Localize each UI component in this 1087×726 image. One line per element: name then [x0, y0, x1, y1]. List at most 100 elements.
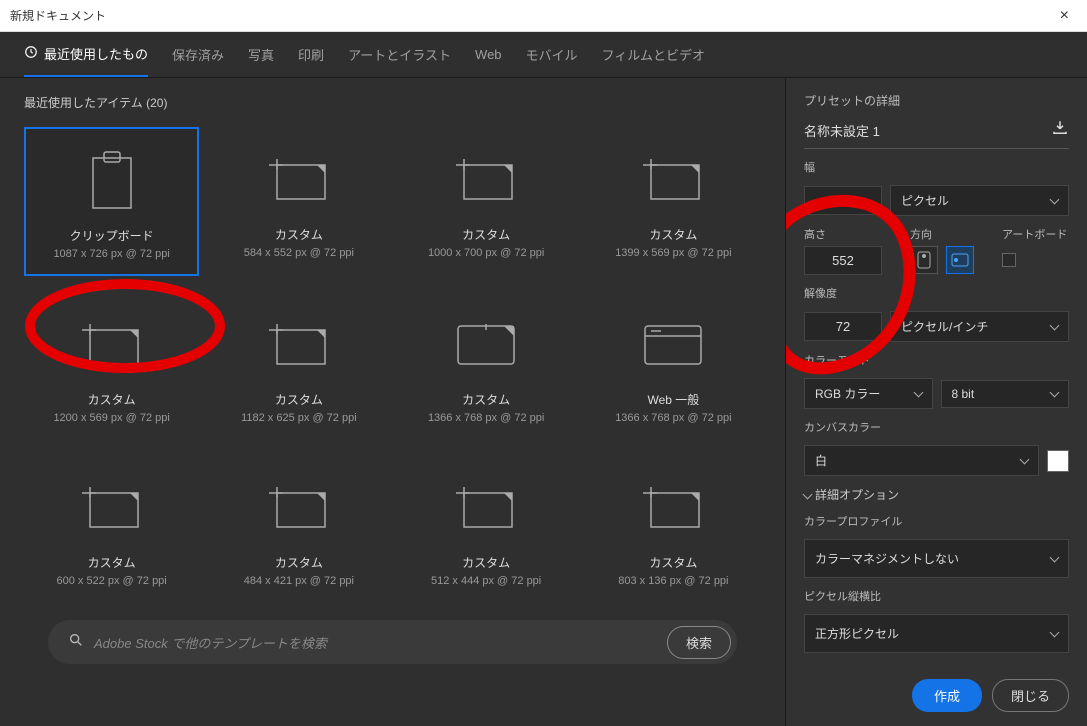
- artboard-checkbox[interactable]: [1002, 253, 1016, 267]
- preset-card-title: カスタム: [649, 226, 697, 243]
- doc-icon: [269, 305, 329, 385]
- tab-film[interactable]: フィルムとビデオ: [602, 32, 705, 77]
- details-title: プリセットの詳細: [804, 92, 1069, 109]
- chevron-down-icon: [1050, 387, 1060, 397]
- doc-icon: [643, 140, 703, 220]
- chevron-down-icon: [1050, 194, 1060, 204]
- pixel-aspect-select[interactable]: 正方形ピクセル: [804, 614, 1069, 653]
- preset-card-dimensions: 1000 x 700 px @ 72 ppi: [428, 247, 544, 259]
- pixel-aspect-label: ピクセル縦横比: [804, 588, 1069, 604]
- preset-card[interactable]: カスタム803 x 136 px @ 72 ppi: [586, 455, 761, 602]
- preset-card-dimensions: 1366 x 768 px @ 72 ppi: [615, 412, 731, 424]
- canvas-color-select[interactable]: 白: [804, 445, 1039, 476]
- width-unit-value: ピクセル: [901, 192, 949, 209]
- doc-icon: [82, 468, 142, 548]
- advanced-toggle[interactable]: 詳細オプション: [804, 486, 1069, 503]
- close-button[interactable]: 閉じる: [992, 679, 1069, 712]
- preset-card-title: カスタム: [275, 391, 323, 408]
- preset-card[interactable]: カスタム 512 x 444 px @ 72 ppi: [399, 455, 574, 602]
- tab-web[interactable]: Web: [475, 32, 502, 77]
- chevron-down-icon: [1050, 320, 1060, 330]
- preset-card-title: カスタム: [462, 554, 510, 571]
- preset-card-dimensions: 512 x 444 px @ 72 ppi: [431, 575, 541, 587]
- presets-grid: クリップボード1087 x 726 px @ 72 ppiカスタム584 x 5…: [24, 127, 761, 602]
- preset-name-input[interactable]: 名称未設定 1: [804, 121, 1043, 140]
- artboard-label: アートボード: [1002, 226, 1067, 242]
- doc-icon: [643, 468, 703, 548]
- preset-card-dimensions: 1366 x 768 px @ 72 ppi: [428, 412, 544, 424]
- create-button[interactable]: 作成: [912, 679, 982, 712]
- tab-label: アートとイラスト: [348, 45, 451, 64]
- preset-card-dimensions: 1182 x 625 px @ 72 ppi: [241, 412, 357, 424]
- preset-card-dimensions: 600 x 522 px @ 72 ppi: [57, 575, 167, 587]
- tab-saved[interactable]: 保存済み: [172, 32, 224, 77]
- chevron-down-icon: [913, 387, 923, 397]
- preset-card-title: カスタム: [462, 391, 510, 408]
- bitdepth-select[interactable]: 8 bit: [941, 380, 1070, 408]
- preset-card[interactable]: Web 一般 1366 x 768 px @ 72 ppi: [586, 292, 761, 439]
- tab-label: Web: [475, 47, 502, 62]
- bitdepth-value: 8 bit: [952, 387, 975, 401]
- height-label: 高さ: [804, 226, 882, 242]
- preset-card-dimensions: 803 x 136 px @ 72 ppi: [618, 575, 728, 587]
- preset-card[interactable]: カスタム 1000 x 700 px @ 72 ppi: [399, 127, 574, 276]
- color-profile-select[interactable]: カラーマネジメントしない: [804, 539, 1069, 578]
- orientation-portrait[interactable]: [910, 246, 938, 274]
- canvas-color-swatch[interactable]: [1047, 450, 1069, 472]
- tab-print[interactable]: 印刷: [298, 32, 324, 77]
- preset-card[interactable]: カスタム600 x 522 px @ 72 ppi: [24, 455, 199, 602]
- preset-card[interactable]: カスタム 1182 x 625 px @ 72 ppi: [211, 292, 386, 439]
- chevron-down-icon: [1050, 552, 1060, 562]
- width-label: 幅: [804, 159, 1069, 175]
- height-input[interactable]: 552: [804, 246, 882, 275]
- chevron-down-icon: [1020, 454, 1030, 464]
- width-input[interactable]: 584: [804, 186, 882, 215]
- tab-art[interactable]: アートとイラスト: [348, 32, 451, 77]
- colormode-select[interactable]: RGB カラー: [804, 378, 933, 409]
- preset-card[interactable]: クリップボード1087 x 726 px @ 72 ppi: [24, 127, 199, 276]
- preset-card[interactable]: カスタム1200 x 569 px @ 72 ppi: [24, 292, 199, 439]
- search-button[interactable]: 検索: [667, 626, 731, 659]
- category-tabs: 最近使用したもの 保存済み 写真 印刷 アートとイラスト Web モバイル フィ…: [0, 32, 1087, 78]
- doc-icon: [456, 468, 516, 548]
- doc-icon: [269, 140, 329, 220]
- search-placeholder[interactable]: Adobe Stock で他のテンプレートを検索: [94, 633, 667, 652]
- browser-icon: [643, 305, 703, 385]
- download-icon[interactable]: [1051, 119, 1069, 142]
- clipboard-icon: [87, 141, 137, 221]
- doc-icon: [82, 305, 142, 385]
- resolution-unit-select[interactable]: ピクセル/インチ: [890, 311, 1069, 342]
- close-icon[interactable]: ×: [1052, 7, 1077, 25]
- color-profile-label: カラープロファイル: [804, 513, 1069, 529]
- preset-card-title: カスタム: [275, 554, 323, 571]
- chevron-down-icon: [803, 490, 813, 500]
- preset-card[interactable]: カスタム 1366 x 768 px @ 72 ppi: [399, 292, 574, 439]
- tab-mobile[interactable]: モバイル: [526, 32, 578, 77]
- preset-card-dimensions: 484 x 421 px @ 72 ppi: [244, 575, 354, 587]
- doc-icon: [269, 468, 329, 548]
- preset-card-title: Web 一般: [647, 391, 699, 408]
- resolution-input[interactable]: 72: [804, 312, 882, 341]
- preset-card-title: カスタム: [275, 226, 323, 243]
- pixel-aspect-value: 正方形ピクセル: [815, 625, 899, 642]
- tab-label: 保存済み: [172, 45, 224, 64]
- tab-recent[interactable]: 最近使用したもの: [24, 32, 148, 77]
- presets-panel: 最近使用したアイテム (20) クリップボード1087 x 726 px @ 7…: [0, 78, 785, 726]
- preset-card[interactable]: カスタム584 x 552 px @ 72 ppi: [211, 127, 386, 276]
- preset-card-title: カスタム: [462, 226, 510, 243]
- tab-label: モバイル: [526, 45, 578, 64]
- orientation-landscape[interactable]: [946, 246, 974, 274]
- chevron-down-icon: [1050, 627, 1060, 637]
- preset-card-dimensions: 1200 x 569 px @ 72 ppi: [53, 412, 169, 424]
- preset-card[interactable]: カスタム1399 x 569 px @ 72 ppi: [586, 127, 761, 276]
- clock-icon: [24, 45, 38, 62]
- colormode-label: カラーモード: [804, 352, 1069, 368]
- tab-label: フィルムとビデオ: [602, 45, 705, 64]
- preset-card[interactable]: カスタム 484 x 421 px @ 72 ppi: [211, 455, 386, 602]
- preset-card-title: クリップボード: [70, 227, 154, 244]
- tab-photo[interactable]: 写真: [248, 32, 274, 77]
- color-profile-value: カラーマネジメントしない: [815, 550, 959, 567]
- orientation-label: 方向: [910, 226, 974, 242]
- search-icon: [68, 632, 84, 653]
- width-unit-select[interactable]: ピクセル: [890, 185, 1069, 216]
